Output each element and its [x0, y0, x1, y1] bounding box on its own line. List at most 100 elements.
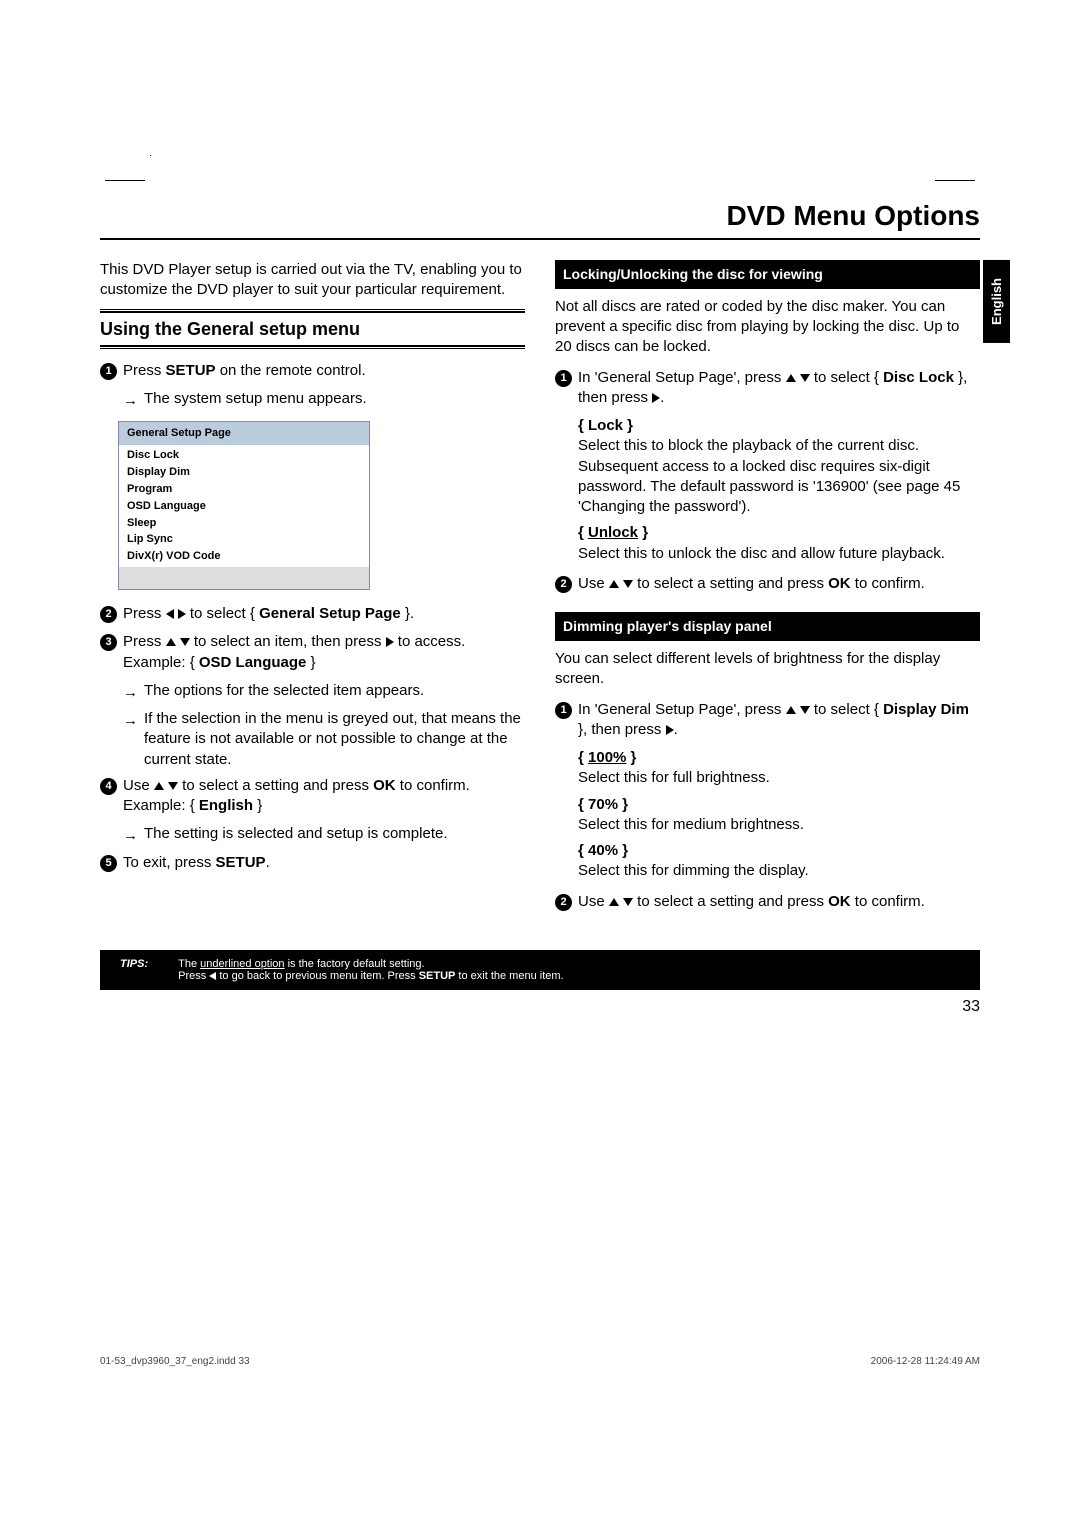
arrow-right-icon: →	[123, 683, 138, 703]
language-tab: English	[983, 260, 1010, 343]
intro-text: This DVD Player setup is carried out via…	[100, 260, 525, 301]
menu-ref: Disc Lock	[883, 369, 954, 386]
osd-menu-item: Sleep	[127, 515, 361, 532]
step-text: to access.	[394, 633, 466, 650]
lock-step-1: 1 In 'General Setup Page', press to sele…	[555, 368, 980, 409]
option-40-desc: Select this for dimming the display.	[578, 861, 980, 881]
subheading-dim: Dimming player's display panel	[555, 612, 980, 641]
option-lock: { Lock }	[578, 416, 980, 436]
button-ref-ok: OK	[373, 777, 396, 794]
step-text: In 'General Setup Page', press	[578, 701, 786, 718]
step-text: Use	[578, 575, 609, 592]
step-2: 2 Press to select { General Setup Page }…	[100, 604, 525, 624]
option-unlock: { Unlock }	[578, 523, 980, 543]
option-40: { 40% }	[578, 841, 980, 861]
osd-menu-preview: General Setup Page Disc Lock Display Dim…	[118, 421, 370, 590]
menu-ref: Display Dim	[883, 701, 969, 718]
right-arrow-icon	[666, 725, 674, 735]
step-text: Use	[578, 893, 609, 910]
arrow-right-icon: →	[123, 826, 138, 846]
step-text: .	[660, 389, 664, 406]
step-1: 1 Press SETUP on the remote control.	[100, 361, 525, 381]
footer-filename: 01-53_dvp3960_37_eng2.indd 33	[100, 1356, 250, 1367]
dim-step-2: 2 Use to select a setting and press OK t…	[555, 892, 980, 912]
osd-menu-item: Display Dim	[127, 464, 361, 481]
step-badge-3: 3	[100, 634, 117, 651]
osd-menu-footer	[119, 567, 369, 589]
button-ref-ok: OK	[828, 893, 851, 910]
down-arrow-icon	[168, 782, 178, 790]
step-text: on the remote control.	[216, 362, 366, 379]
option-100-desc: Select this for full brightness.	[578, 768, 980, 788]
menu-ref: General Setup Page	[259, 605, 401, 622]
right-column: Locking/Unlocking the disc for viewing N…	[555, 260, 980, 920]
osd-menu-item: OSD Language	[127, 498, 361, 515]
osd-menu-header: General Setup Page	[119, 422, 369, 445]
step-text: .	[674, 721, 678, 738]
step-text: Use	[123, 777, 154, 794]
osd-menu-item: DivX(r) VOD Code	[127, 548, 361, 565]
step-text: to select {	[186, 605, 259, 622]
step-badge-2: 2	[555, 894, 572, 911]
step-3-sub2: → If the selection in the menu is greyed…	[123, 709, 525, 770]
footer-meta: 01-53_dvp3960_37_eng2.indd 33 2006-12-28…	[100, 1356, 980, 1367]
step-1-sub: → The system setup menu appears.	[123, 389, 525, 411]
up-arrow-icon	[609, 898, 619, 906]
step-text: to confirm.	[851, 893, 925, 910]
option-70-desc: Select this for medium brightness.	[578, 815, 980, 835]
step-text: To exit, press	[123, 854, 216, 871]
step-text: Press	[123, 633, 166, 650]
example-value: OSD Language	[199, 654, 307, 671]
manual-page: English DVD Menu Options This DVD Player…	[0, 0, 1080, 1076]
example-value: English	[199, 797, 253, 814]
section-title-general: Using the General setup menu	[100, 311, 525, 347]
example-text: Example: {	[123, 654, 199, 671]
up-arrow-icon	[166, 638, 176, 646]
right-arrow-icon	[178, 609, 186, 619]
sub-text: The system setup menu appears.	[144, 389, 367, 409]
down-arrow-icon	[180, 638, 190, 646]
step-text: to select a setting and press	[633, 893, 828, 910]
step-text: to confirm.	[396, 777, 470, 794]
step-text: Press	[123, 605, 166, 622]
step-5: 5 To exit, press SETUP.	[100, 853, 525, 873]
dim-step-1: 1 In 'General Setup Page', press to sele…	[555, 700, 980, 741]
left-arrow-icon	[166, 609, 174, 619]
up-arrow-icon	[154, 782, 164, 790]
sub-text: If the selection in the menu is greyed o…	[144, 709, 525, 770]
tips-text: The underlined option is the factory def…	[178, 958, 960, 982]
up-arrow-icon	[609, 580, 619, 588]
down-arrow-icon	[800, 706, 810, 714]
step-badge-1: 1	[555, 702, 572, 719]
osd-menu-item: Lip Sync	[127, 531, 361, 548]
sub-text: The options for the selected item appear…	[144, 681, 424, 701]
lock-intro: Not all discs are rated or coded by the …	[555, 297, 980, 358]
step-text: to select {	[810, 701, 883, 718]
tips-label: TIPS:	[120, 958, 148, 982]
step-4: 4 Use to select a setting and press OK t…	[100, 776, 525, 817]
example-text: }	[253, 797, 262, 814]
button-ref-ok: OK	[828, 575, 851, 592]
tips-bar: TIPS: The underlined option is the facto…	[100, 950, 980, 990]
footer-timestamp: 2006-12-28 11:24:49 AM	[871, 1356, 980, 1367]
up-arrow-icon	[786, 374, 796, 382]
osd-menu-item: Disc Lock	[127, 447, 361, 464]
step-text: to select a setting and press	[178, 777, 373, 794]
down-arrow-icon	[623, 898, 633, 906]
step-text: }, then press	[578, 721, 666, 738]
option-lock-desc: Select this to block the playback of the…	[578, 436, 980, 517]
arrow-right-icon: →	[123, 391, 138, 411]
left-column: This DVD Player setup is carried out via…	[100, 260, 525, 920]
step-text: Press	[123, 362, 166, 379]
step-text: }.	[401, 605, 414, 622]
lock-step-2: 2 Use to select a setting and press OK t…	[555, 574, 980, 594]
button-ref-setup: SETUP	[166, 362, 216, 379]
step-3-sub1: → The options for the selected item appe…	[123, 681, 525, 703]
step-text: to select a setting and press	[633, 575, 828, 592]
step-text: In 'General Setup Page', press	[578, 369, 786, 386]
option-unlock-desc: Select this to unlock the disc and allow…	[578, 544, 980, 564]
right-arrow-icon	[386, 637, 394, 647]
step-badge-1: 1	[555, 370, 572, 387]
button-ref-setup: SETUP	[216, 854, 266, 871]
page-title: DVD Menu Options	[100, 200, 980, 240]
